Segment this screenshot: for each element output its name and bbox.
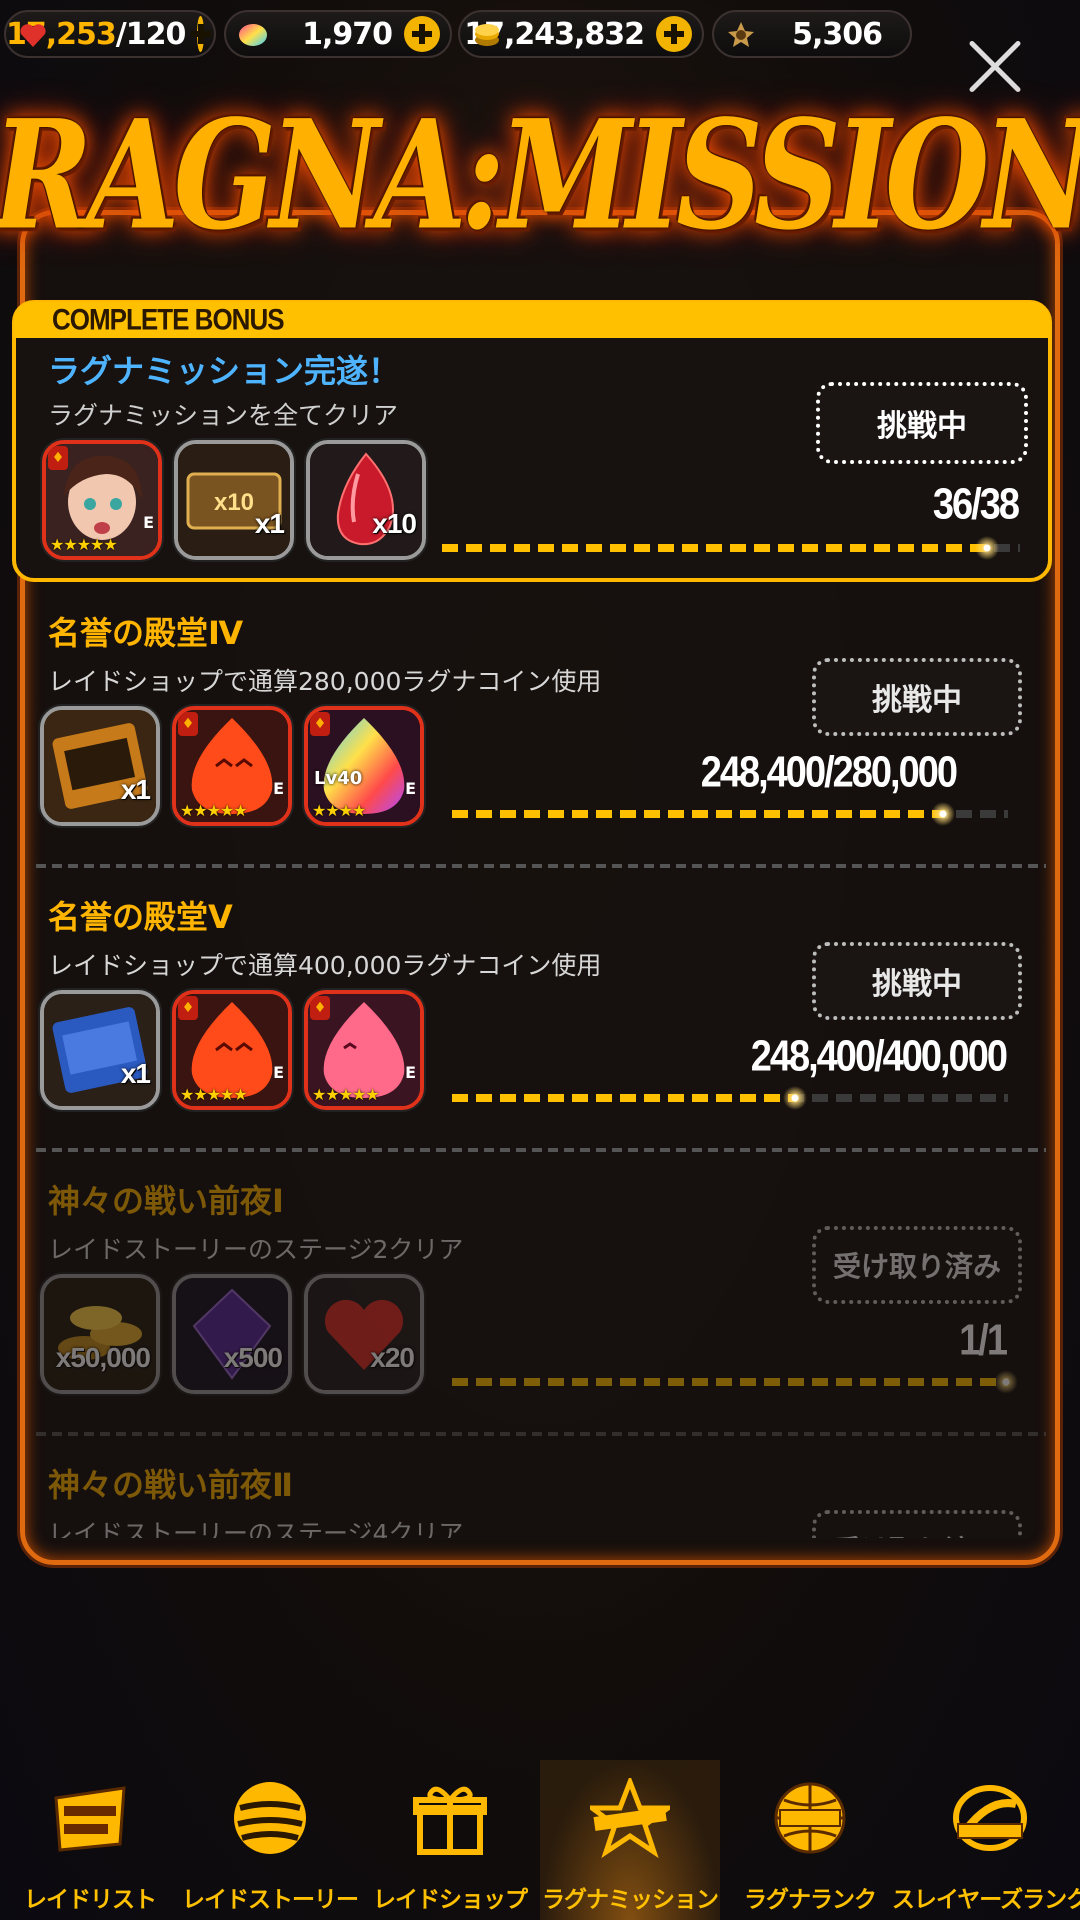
nav-label: ラグナランク <box>744 1887 877 1913</box>
mission-desc: レイドストーリーのステージ4クリア <box>48 1519 464 1538</box>
nav-ragna-mission[interactable]: ラグナミッション <box>540 1760 720 1920</box>
nav-slayers-rank[interactable]: スレイヤーズランク <box>892 1760 1080 1920</box>
slayers-rank-icon <box>953 1785 1027 1851</box>
nav-raid-shop[interactable]: レイドショップ <box>360 1760 540 1920</box>
rank-globe-icon <box>774 1782 846 1854</box>
list-clip: 神々の戦い前夜Ⅱ レイドストーリーのステージ4クリア 受け取り済み <box>0 0 1080 1538</box>
nav-label: レイドショップ <box>373 1887 528 1913</box>
nav-label: レイドストーリー <box>182 1887 359 1913</box>
nav-label: レイドリスト <box>24 1887 157 1913</box>
nav-raid-story[interactable]: レイドストーリー <box>180 1760 360 1920</box>
raid-story-icon <box>234 1782 306 1854</box>
nav-label: ラグナミッション <box>542 1887 719 1913</box>
gift-box-icon <box>413 1786 487 1855</box>
nav-ragna-rank[interactable]: ラグナランク <box>720 1760 900 1920</box>
mission-star-icon <box>590 1778 670 1858</box>
nav-raid-list[interactable]: レイドリスト <box>0 1760 180 1920</box>
bottom-nav: レイドリスト レイドストーリー レイドショップ ラグナミッション ラグナランク <box>0 1760 1080 1920</box>
boss-raid-icon <box>54 1786 126 1852</box>
nav-label: スレイヤーズランク <box>891 1887 1080 1913</box>
mission-status-button[interactable]: 受け取り済み <box>812 1510 1022 1538</box>
mission-name: 神々の戦い前夜Ⅱ <box>48 1466 294 1504</box>
